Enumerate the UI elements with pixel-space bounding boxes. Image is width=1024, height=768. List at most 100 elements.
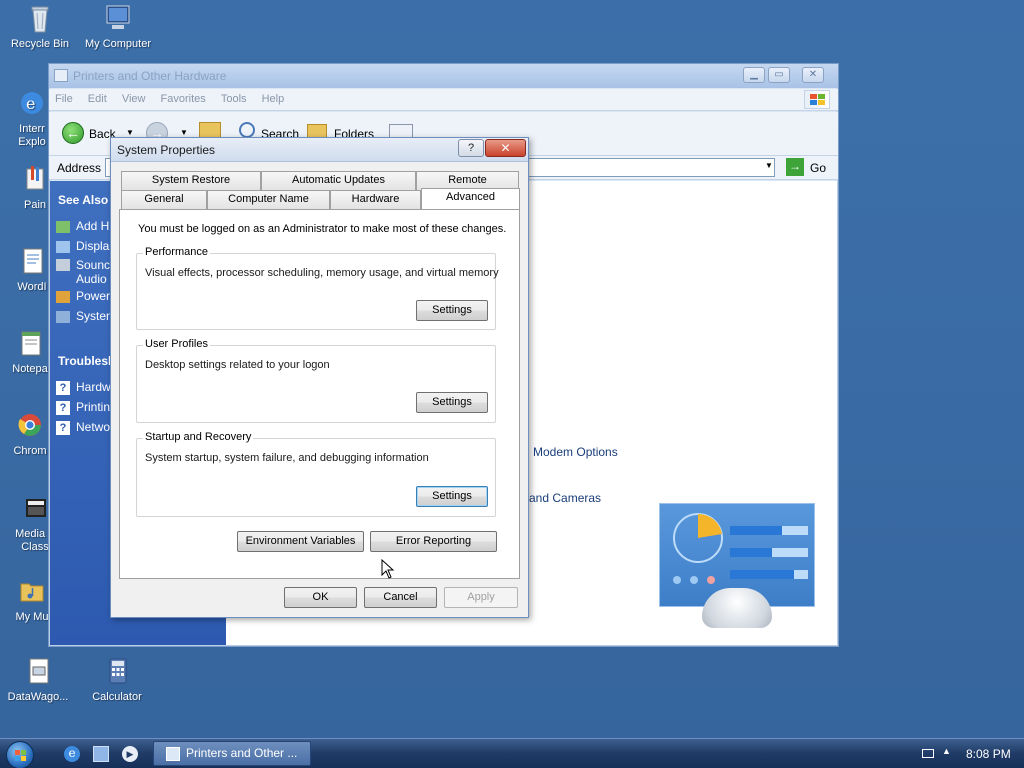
sidebar-item-network-troubleshooter[interactable]: ? Netwo [56,420,110,435]
sidebar-item-label: Audio [76,272,107,286]
help-button[interactable]: ? [458,139,484,157]
sidebar-item-display[interactable]: Displa [56,239,110,254]
help-icon: ? [56,401,70,415]
quicklaunch-ie-icon[interactable]: e [64,746,80,762]
power-icon [56,291,70,304]
explorer-titlebar[interactable]: Printers and Other Hardware ▁ ▭ ✕ [49,64,838,88]
user-profiles-group: User Profiles Desktop settings related t… [136,338,496,423]
ok-button[interactable]: OK [284,587,357,608]
chevron-down-icon[interactable]: ▼ [765,161,773,170]
dialog-title: System Properties [117,143,216,157]
desktop-icon-my-computer[interactable]: My Computer [78,2,158,51]
sidebar-item-label: Printin [76,400,111,414]
troubleshoot-title: Troublesh [58,354,116,368]
startup-recovery-group: Startup and Recovery System startup, sys… [136,431,496,517]
system-properties-dialog[interactable]: System Properties ? ✕ System Restore Aut… [110,137,529,618]
admin-note: You must be logged on as an Administrato… [138,223,507,235]
control-panel-illustration [659,503,815,628]
go-arrow-icon[interactable]: → [786,158,804,176]
sidebar-item-label: Add H [76,219,110,233]
environment-variables-button[interactable]: Environment Variables [237,531,364,552]
sidebar-item-printing-troubleshooter[interactable]: ? Printin [56,400,110,415]
desktop-icon-calculator[interactable]: Calculator [77,655,157,704]
taskbar-button-label: Printers and Other ... [186,746,298,760]
desktop-icon-label: DataWago... [7,691,69,703]
chevron-down-icon[interactable]: ▼ [180,128,188,137]
go-button-label[interactable]: Go [810,161,826,175]
group-title: Startup and Recovery [143,431,254,443]
tab-system-restore[interactable]: System Restore [121,171,261,190]
datawago-icon [22,655,54,687]
menu-view[interactable]: View [116,89,152,109]
quicklaunch-explorer-icon[interactable] [93,746,109,762]
svg-text:e: e [26,94,35,113]
group-description: System startup, system failure, and debu… [145,452,429,464]
internet-explorer-icon: e [16,87,48,119]
explorer-menubar: File Edit View Favorites Tools Help [49,89,838,111]
user-profiles-settings-button[interactable]: Settings [416,392,488,413]
group-title: User Profiles [143,338,210,350]
sound-icon [56,259,70,271]
show-hidden-icons-icon[interactable]: ▲ [942,746,951,756]
performance-group: Performance Visual effects, processor sc… [136,246,499,330]
apply-button[interactable]: Apply [444,587,518,608]
content-link-modem-options[interactable]: d Modem Options [523,445,618,459]
taskbar-button-printers[interactable]: Printers and Other ... [153,741,311,766]
recycle-bin-icon [24,2,56,34]
menu-favorites[interactable]: Favorites [155,89,212,109]
tab-advanced[interactable]: Advanced [421,188,520,209]
close-button[interactable]: ✕ [802,67,824,83]
performance-settings-button[interactable]: Settings [416,300,488,321]
desktop-icon-label: Recycle Bin [10,38,70,50]
notepad-icon [14,327,46,359]
group-description: Visual effects, processor scheduling, me… [145,267,499,279]
sidebar-item-hardware-troubleshooter[interactable]: ? Hardw [56,380,111,395]
sidebar-item-label: Displa [76,239,110,253]
tab-computer-name[interactable]: Computer Name [207,190,330,209]
start-button[interactable] [6,741,34,768]
dialog-titlebar[interactable]: System Properties ? ✕ [111,138,528,162]
desktop-icon-datawago[interactable]: DataWago... [0,655,78,704]
menu-file[interactable]: File [49,89,79,109]
maximize-button[interactable]: ▭ [768,67,790,83]
wordpad-icon [16,245,48,277]
sidebar-item-system[interactable]: System [56,309,116,324]
my-computer-icon [102,2,134,34]
chevron-down-icon[interactable]: ▼ [126,128,134,137]
tab-general[interactable]: General [121,190,207,209]
error-reporting-button[interactable]: Error Reporting [370,531,497,552]
mouse-illustration [702,588,772,628]
cancel-button[interactable]: Cancel [364,587,437,608]
menu-help[interactable]: Help [256,89,291,109]
sidebar-item-add-hardware[interactable]: Add H [56,219,110,234]
my-music-folder-icon [16,575,48,607]
back-arrow-icon[interactable]: ← [62,122,84,144]
printer-folder-icon [54,69,68,82]
close-button[interactable]: ✕ [485,139,526,157]
system-clock[interactable]: 8:08 PM [966,747,1011,761]
menu-edit[interactable]: Edit [82,89,113,109]
windows-flag-icon [804,90,830,109]
sidebar-item-label: Sounc [76,258,111,272]
calculator-icon [101,655,133,687]
tab-automatic-updates[interactable]: Automatic Updates [261,171,416,190]
sidebar-item-power[interactable]: Power [56,289,110,304]
tab-hardware[interactable]: Hardware [330,190,421,209]
sidebar-item-sound-audio[interactable]: Sounc Audio [56,259,110,287]
help-icon: ? [56,421,70,435]
content-link-cameras[interactable]: and Cameras [529,491,601,505]
printer-folder-icon [166,747,180,761]
media-player-icon [19,492,51,524]
keyboard-icon[interactable] [922,749,934,758]
search-icon[interactable] [239,122,255,138]
display-icon [56,241,70,254]
address-label: Address [57,161,102,175]
advanced-tab-panel: You must be logged on as an Administrato… [119,209,520,579]
quicklaunch-media-icon[interactable]: ▶ [122,746,138,762]
startup-recovery-settings-button[interactable]: Settings [416,486,488,507]
menu-tools[interactable]: Tools [215,89,253,109]
sidebar-item-label: Hardw [76,380,111,394]
system-icon [56,311,70,324]
desktop-icon-recycle-bin[interactable]: Recycle Bin [0,2,80,51]
minimize-button[interactable]: ▁ [743,67,765,83]
